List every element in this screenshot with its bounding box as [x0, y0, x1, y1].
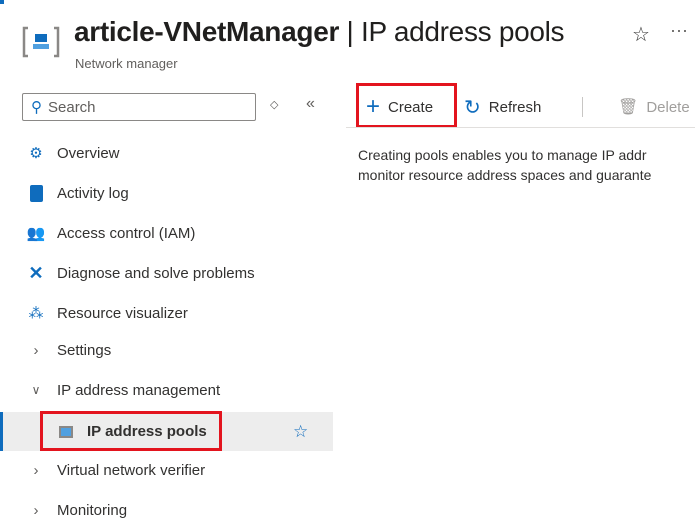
sidebar-item-resource-visualizer[interactable]: ⁂ Resource visualizer	[0, 294, 333, 332]
sidebar-item-virtual-network-verifier[interactable]: › Virtual network verifier	[0, 451, 333, 489]
sidebar-item-monitoring[interactable]: › Monitoring	[0, 491, 333, 529]
iam-icon: 👥	[26, 225, 46, 242]
chevron-right-icon: ›	[33, 461, 39, 479]
sidebar-item-overview[interactable]: ⚙ Overview	[0, 134, 333, 172]
search-input[interactable]: ⚲ Search	[22, 93, 256, 121]
sidebar-item-settings[interactable]: › Settings	[0, 331, 333, 369]
highlight-create	[356, 83, 457, 128]
trash-icon: 🗑	[618, 99, 639, 116]
favorite-star-icon[interactable]: ☆	[293, 422, 308, 442]
visualizer-icon: ⁂	[28, 305, 44, 322]
refresh-button[interactable]: ↻ Refresh	[464, 93, 541, 121]
chevron-down-icon: ∨	[31, 383, 41, 397]
activity-log-icon	[25, 184, 47, 202]
sidebar-item-activity-log[interactable]: Activity log	[0, 174, 333, 212]
network-manager-icon	[22, 26, 60, 58]
collapse-icon[interactable]: «	[306, 95, 315, 113]
highlight-ip-address-pools	[40, 411, 222, 451]
ellipsis-icon[interactable]: ···	[670, 20, 688, 41]
chevron-right-icon: ›	[33, 501, 39, 519]
sort-icon[interactable]: ◇	[270, 98, 278, 111]
search-icon: ⚲	[31, 99, 42, 116]
wrench-icon: ✕	[28, 262, 44, 283]
toolbar-divider	[582, 97, 583, 117]
corner-marker	[0, 0, 4, 4]
sidebar-item-ip-address-management[interactable]: ∨ IP address management	[0, 371, 333, 409]
resource-type: Network manager	[75, 56, 178, 71]
refresh-icon: ↻	[464, 96, 481, 119]
toolbar-separator	[346, 127, 695, 128]
description: Creating pools enables you to manage IP …	[358, 147, 652, 183]
delete-button[interactable]: 🗑 Delete	[618, 93, 690, 121]
star-icon[interactable]: ☆	[632, 22, 650, 47]
overview-icon: ⚙	[29, 145, 43, 162]
sidebar-item-iam[interactable]: 👥 Access control (IAM)	[0, 214, 333, 252]
sidebar-item-diagnose[interactable]: ✕ Diagnose and solve problems	[0, 254, 333, 292]
page-title: article-VNetManager | IP address pools	[74, 16, 565, 47]
chevron-right-icon: ›	[33, 341, 39, 359]
